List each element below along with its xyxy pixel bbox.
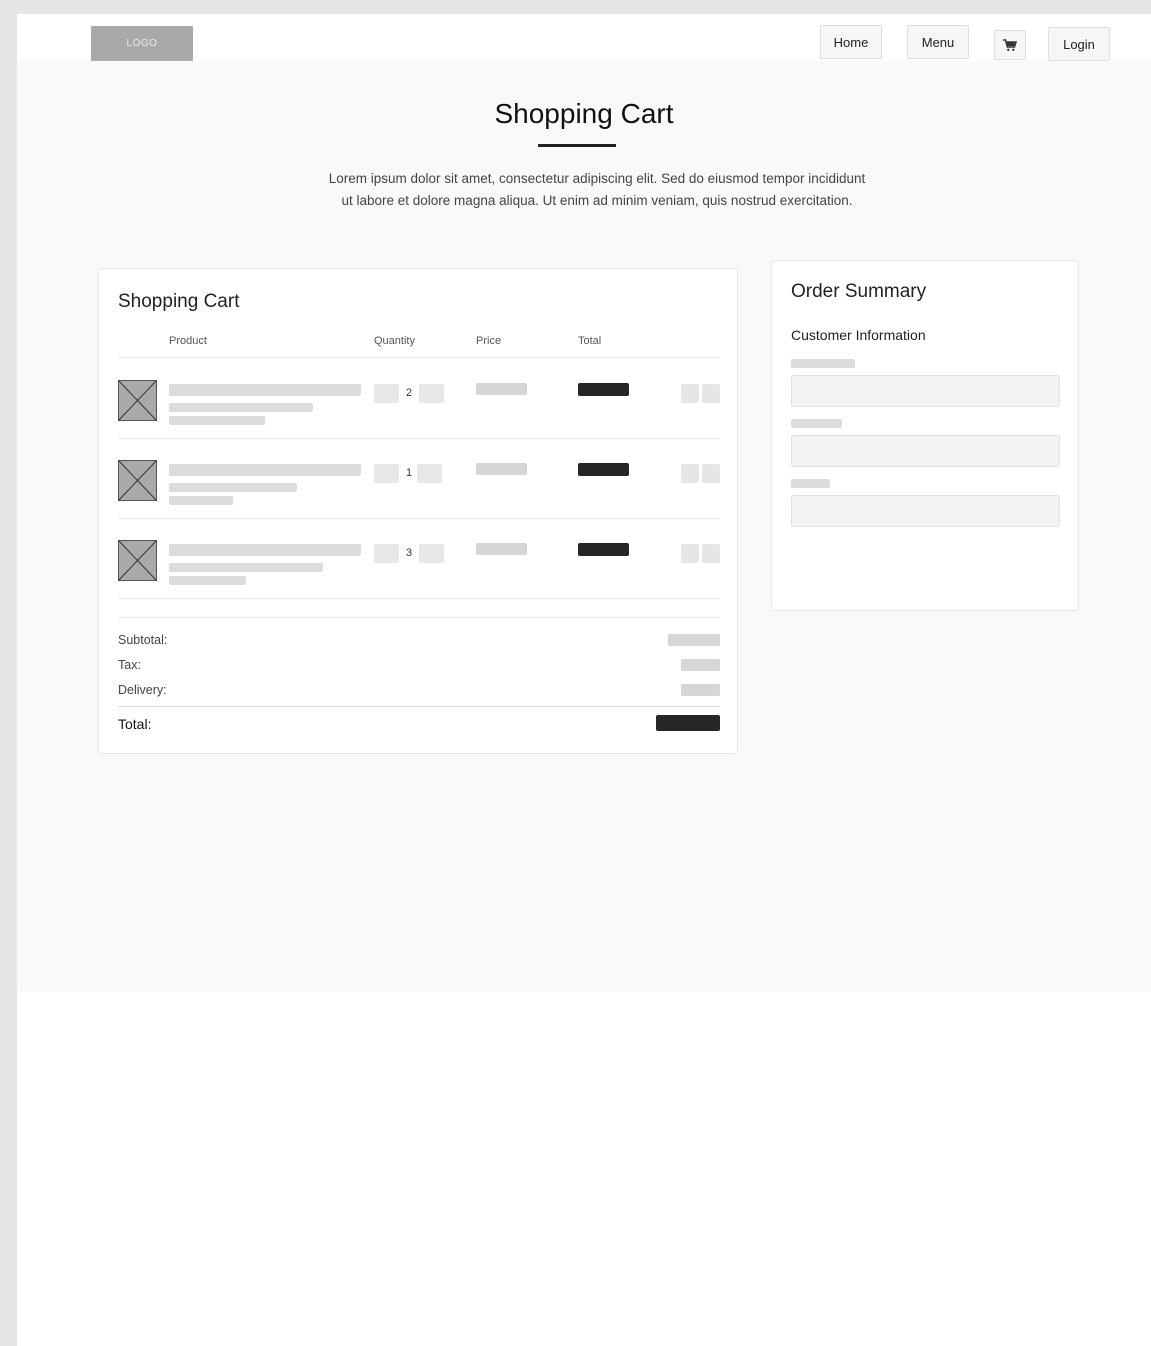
customer-input-field[interactable] (791, 375, 1060, 407)
remove-item-button[interactable] (702, 464, 720, 483)
tax-label: Tax: (118, 658, 141, 672)
column-header-product: Product (169, 335, 207, 347)
product-name-placeholder (169, 464, 361, 476)
quantity-value: 3 (406, 547, 413, 559)
cart-item-row: 1 (99, 438, 739, 518)
quantity-value: 2 (406, 387, 413, 399)
product-detail-placeholder (169, 403, 313, 412)
line-total-placeholder (578, 543, 629, 556)
quantity-value: 1 (406, 467, 413, 479)
nav-menu-button[interactable]: Menu (907, 25, 969, 59)
cart-card-title: Shopping Cart (118, 291, 240, 312)
product-name-placeholder (169, 384, 361, 396)
delivery-value-placeholder (681, 684, 720, 696)
line-total-placeholder (578, 463, 629, 476)
column-header-total: Total (578, 335, 602, 347)
remove-item-button[interactable] (702, 384, 720, 403)
logo[interactable]: LOGO (91, 26, 193, 61)
page-description: Lorem ipsum dolor sit amet, consectetur … (328, 171, 866, 208)
product-image-placeholder (118, 540, 157, 581)
quantity-increase-button[interactable] (419, 544, 444, 563)
subtotal-value-placeholder (668, 634, 720, 646)
shopping-cart-card: Shopping Cart Product Quantity Price Tot… (98, 268, 738, 754)
price-placeholder (476, 543, 527, 555)
total-label: Total: (118, 716, 152, 732)
price-placeholder (476, 463, 527, 475)
title-underline (538, 144, 616, 147)
login-button[interactable]: Login (1048, 27, 1110, 61)
quantity-decrease-button[interactable] (374, 384, 399, 403)
field-label-placeholder (791, 359, 855, 368)
product-name-placeholder (169, 544, 361, 556)
cart-item-row: 2 (99, 358, 739, 438)
column-header-price: Price (476, 335, 502, 347)
product-image-placeholder (118, 380, 157, 421)
remove-item-button[interactable] (702, 544, 720, 563)
subtotal-label: Subtotal: (118, 633, 168, 647)
delivery-label: Delivery: (118, 683, 167, 697)
customer-information-title: Customer Information (791, 327, 926, 343)
product-detail-placeholder (169, 483, 297, 492)
item-action-button[interactable] (681, 384, 699, 403)
quantity-decrease-button[interactable] (374, 544, 399, 563)
cart-button[interactable] (994, 30, 1026, 60)
product-image-placeholder (118, 460, 157, 501)
summary-divider (118, 617, 720, 618)
product-detail-placeholder (169, 496, 233, 505)
customer-input-field[interactable] (791, 495, 1060, 527)
item-action-button[interactable] (681, 544, 699, 563)
grand-total-placeholder (656, 715, 720, 731)
product-detail-placeholder (169, 563, 323, 572)
cart-icon (1003, 39, 1018, 51)
site-header: LOGO Home Menu Login (17, 14, 1151, 61)
nav-home-button[interactable]: Home (820, 25, 882, 59)
browser-frame: LOGO Home Menu Login Shopping Cart Lorem… (17, 14, 1151, 1346)
cart-item-row: 3 (99, 518, 739, 598)
page-title: Shopping Cart (494, 98, 674, 129)
order-summary-title: Order Summary (791, 281, 927, 302)
product-detail-placeholder (169, 416, 265, 425)
column-header-quantity: Quantity (374, 335, 415, 347)
quantity-decrease-button[interactable] (374, 464, 399, 483)
order-summary-card: Order Summary Customer Information (771, 260, 1079, 611)
tax-value-placeholder (681, 659, 720, 671)
field-label-placeholder (791, 479, 830, 488)
line-total-placeholder (578, 383, 629, 396)
quantity-increase-button[interactable] (419, 384, 444, 403)
row-divider (118, 598, 720, 599)
item-action-button[interactable] (681, 464, 699, 483)
total-divider (118, 706, 720, 707)
field-label-placeholder (791, 419, 842, 428)
product-detail-placeholder (169, 576, 246, 585)
quantity-increase-button[interactable] (417, 464, 442, 483)
customer-input-field[interactable] (791, 435, 1060, 467)
price-placeholder (476, 383, 527, 395)
